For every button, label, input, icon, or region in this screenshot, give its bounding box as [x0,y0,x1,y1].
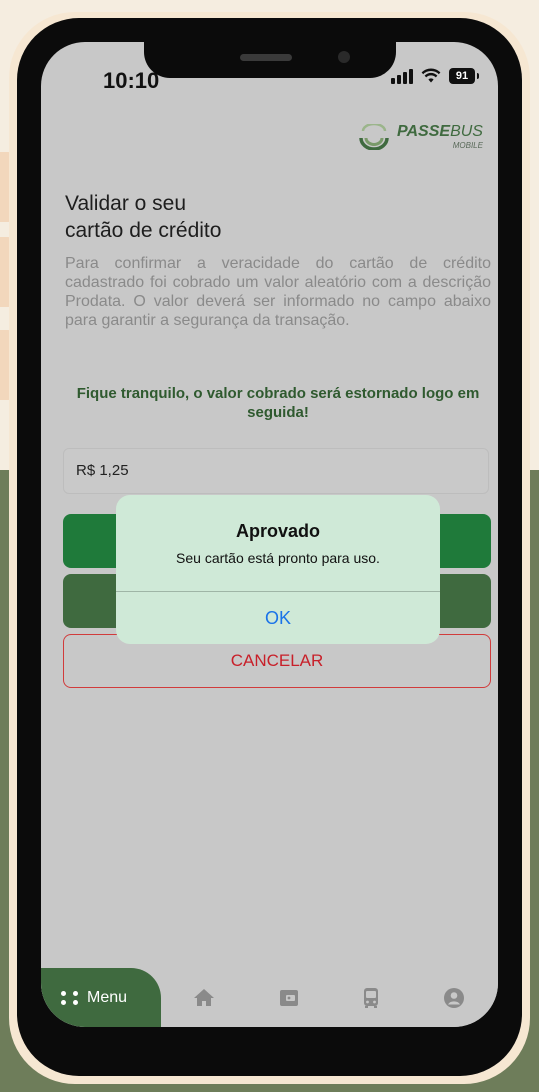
bus-icon[interactable] [359,986,383,1010]
phone-screen: 10:10 91 PASSEBUS MOBILE Validar o seu c… [41,42,498,1027]
notch [144,42,396,78]
dialog-message: Seu cartão está pronto para uso. [176,550,380,566]
page-description: Para confirmar a veracidade do cartão de… [65,255,491,329]
battery-icon: 91 [449,68,479,84]
bottom-tabbar: Menu [41,968,498,1027]
logo-text: PASSEBUS [397,123,483,140]
logo-mark-icon [359,124,389,150]
refund-note: Fique tranquilo, o valor cobrado será es… [76,385,480,421]
status-time: 10:10 [103,68,160,93]
amount-input[interactable]: R$ 1,25 [63,448,489,494]
dialog-ok-button[interactable]: OK [116,592,440,644]
status-icons: 91 [391,68,479,84]
menu-dots-icon [61,990,79,1005]
approval-dialog: Aprovado Seu cartão está pronto para uso… [116,495,440,644]
home-icon[interactable] [192,986,216,1010]
page-title: Validar o seu cartão de crédito [65,192,222,242]
wallet-icon[interactable] [277,986,301,1010]
tab-menu[interactable]: Menu [41,968,161,1027]
signal-icon [391,68,413,84]
speaker [240,54,292,61]
dialog-title: Aprovado [235,521,320,541]
camera [338,51,350,63]
tab-menu-label: Menu [87,988,128,1006]
passebus-logo: PASSEBUS MOBILE [357,124,483,150]
wifi-icon [421,68,441,83]
logo-subtitle: MOBILE [452,141,483,150]
account-icon[interactable] [442,986,466,1010]
